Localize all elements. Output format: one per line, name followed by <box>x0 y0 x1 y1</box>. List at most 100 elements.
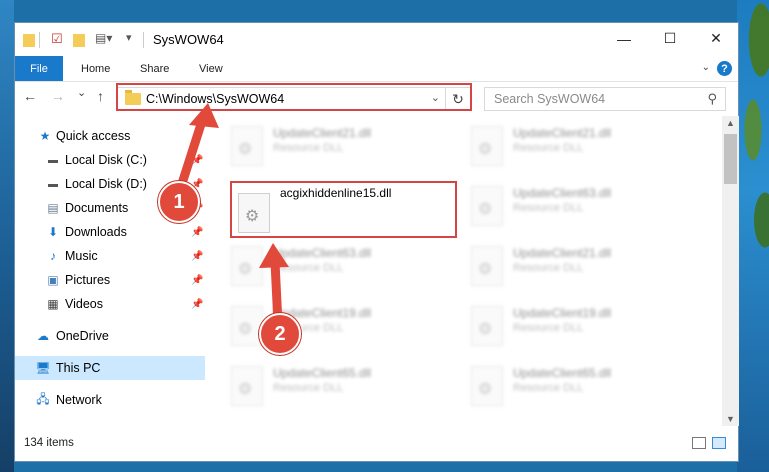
pictures-icon: ▣ <box>47 273 59 287</box>
sidebar-item-label: Local Disk (C:) <box>65 153 147 167</box>
network-icon: 🖧 <box>36 391 50 406</box>
forward-button[interactable]: → <box>51 88 65 104</box>
list-item[interactable]: UpdateClient21.dll Resource DLL <box>463 242 693 292</box>
tab-home[interactable]: Home <box>81 56 110 81</box>
up-button[interactable]: ↑ <box>97 88 104 104</box>
file-type: Resource DLL <box>513 202 584 214</box>
divider <box>39 32 40 48</box>
sidebar-item-onedrive[interactable]: ☁ OneDrive <box>15 324 205 348</box>
list-item[interactable]: UpdateClient63.dll Resource DLL <box>463 182 693 232</box>
list-item[interactable]: UpdateClient65.dll Resource DLL <box>463 362 693 412</box>
file-type: Resource DLL <box>513 382 584 394</box>
dll-file-icon <box>231 366 263 406</box>
dll-file-icon <box>238 193 270 233</box>
sidebar-item-this-pc[interactable]: 🖥 This PC <box>15 356 205 380</box>
new-folder-icon[interactable] <box>73 34 85 47</box>
dll-file-icon <box>231 306 263 346</box>
dll-file-icon <box>471 246 503 286</box>
sidebar-item-downloads[interactable]: ⬇ Downloads 📌 <box>15 220 205 244</box>
search-input[interactable]: Search SysWOW64 ⚲ <box>484 87 726 111</box>
expand-ribbon-icon[interactable]: ⌄ <box>702 62 710 73</box>
back-button[interactable]: ← <box>23 88 37 104</box>
sidebar-item-label: Videos <box>65 297 103 311</box>
file-type: Resource DLL <box>513 322 584 334</box>
sidebar-item-label: Local Disk (D:) <box>65 177 147 191</box>
file-type: Resource DLL <box>513 142 584 154</box>
star-icon: ★ <box>39 129 51 143</box>
search-icon[interactable]: ⚲ <box>707 91 717 107</box>
scroll-down-icon[interactable]: ▼ <box>726 414 735 424</box>
pin-icon: 📌 <box>191 298 204 310</box>
help-icon[interactable]: ? <box>717 61 732 76</box>
file-type: Resource DLL <box>513 262 584 274</box>
close-button[interactable]: ✕ <box>693 23 739 54</box>
ribbon: File Home Share View ⌄ ? <box>15 56 738 82</box>
sidebar-item-local-disk-c[interactable]: ▬ Local Disk (C:) 📌 <box>15 148 205 172</box>
customize-toolbar-icon[interactable]: ▤▾ <box>95 31 112 47</box>
dll-file-icon <box>231 126 263 166</box>
sidebar-item-network[interactable]: 🖧 Network <box>15 388 205 412</box>
sidebar-item-label: Music <box>65 249 98 263</box>
computer-icon: 🖥 <box>35 361 51 375</box>
status-bar: 134 items <box>15 425 738 461</box>
sidebar-item-quick-access[interactable]: ★ Quick access <box>15 124 205 148</box>
dll-file-icon <box>471 186 503 226</box>
properties-icon[interactable]: ☑ <box>51 31 63 47</box>
pin-icon: 📌 <box>191 250 204 262</box>
large-icons-view-icon[interactable] <box>712 437 726 449</box>
list-item[interactable]: UpdateClient19.dll Resource DLL <box>463 302 693 352</box>
maximize-button[interactable]: ☐ <box>647 23 693 54</box>
sidebar-item-pictures[interactable]: ▣ Pictures 📌 <box>15 268 205 292</box>
pin-icon: 📌 <box>191 154 204 166</box>
list-item[interactable]: UpdateClient63.dll Resource DLL <box>223 242 453 292</box>
file-name: UpdateClient63.dll <box>513 186 612 200</box>
title-divider <box>143 32 144 48</box>
cloud-icon: ☁ <box>37 329 49 343</box>
pin-icon: 📌 <box>191 226 204 238</box>
list-item[interactable]: UpdateClient65.dll Resource DLL <box>223 362 453 412</box>
step-1-marker: 1 <box>158 181 200 223</box>
tab-share[interactable]: Share <box>140 56 169 81</box>
file-name: UpdateClient65.dll <box>273 366 372 380</box>
file-type: Resource DLL <box>273 142 344 154</box>
dll-file-icon <box>231 246 263 286</box>
documents-icon: ▤ <box>47 201 59 215</box>
sidebar-item-label: This PC <box>56 361 101 375</box>
file-type: Resource DLL <box>273 382 344 394</box>
drive-icon: ▬ <box>48 154 58 166</box>
sidebar-item-label: Documents <box>65 201 129 215</box>
scroll-up-icon[interactable]: ▲ <box>726 118 735 128</box>
file-name: UpdateClient21.dll <box>273 126 372 140</box>
title-bar: ☑ ▤▾ ▾ SysWOW64 — ☐ ✕ <box>15 23 738 56</box>
drive-icon: ▬ <box>48 178 58 190</box>
scrollbar-thumb[interactable] <box>724 134 737 184</box>
pin-icon: 📌 <box>191 274 204 286</box>
quick-access-dropdown-icon[interactable]: ▾ <box>126 31 132 47</box>
file-list: UpdateClient21.dll Resource DLL UpdateCl… <box>223 116 720 426</box>
sidebar-item-music[interactable]: ♪ Music 📌 <box>15 244 205 268</box>
sidebar-item-label: OneDrive <box>56 329 109 343</box>
desktop-background-right <box>731 0 769 472</box>
list-item[interactable]: UpdateClient21.dll Resource DLL <box>463 122 693 172</box>
vertical-scrollbar[interactable]: ▲ ▼ <box>722 116 739 426</box>
sidebar-item-videos[interactable]: ▦ Videos 📌 <box>15 292 205 316</box>
dll-file-icon <box>471 306 503 346</box>
search-placeholder: Search SysWOW64 <box>494 92 606 106</box>
details-view-icon[interactable] <box>692 437 706 449</box>
file-name: UpdateClient19.dll <box>513 306 612 320</box>
highlighted-file-item[interactable]: acgixhiddenline15.dll <box>230 181 457 238</box>
list-item[interactable]: UpdateClient21.dll Resource DLL <box>223 122 453 172</box>
dll-file-icon <box>471 366 503 406</box>
file-type: Resource DLL <box>273 262 344 274</box>
download-icon: ⬇ <box>47 225 59 239</box>
tab-view[interactable]: View <box>199 56 223 81</box>
navigation-pane: ★ Quick access ▬ Local Disk (C:) 📌 ▬ Loc… <box>15 116 205 426</box>
recent-locations-button[interactable]: ⌄ <box>77 86 86 99</box>
dll-file-icon <box>471 126 503 166</box>
list-item[interactable]: UpdateClient19.dll Resource DLL <box>223 302 453 352</box>
tab-file[interactable]: File <box>15 56 63 81</box>
desktop-background <box>0 0 14 472</box>
file-name: UpdateClient21.dll <box>513 126 612 140</box>
minimize-button[interactable]: — <box>601 23 647 54</box>
folder-icon <box>23 34 35 47</box>
